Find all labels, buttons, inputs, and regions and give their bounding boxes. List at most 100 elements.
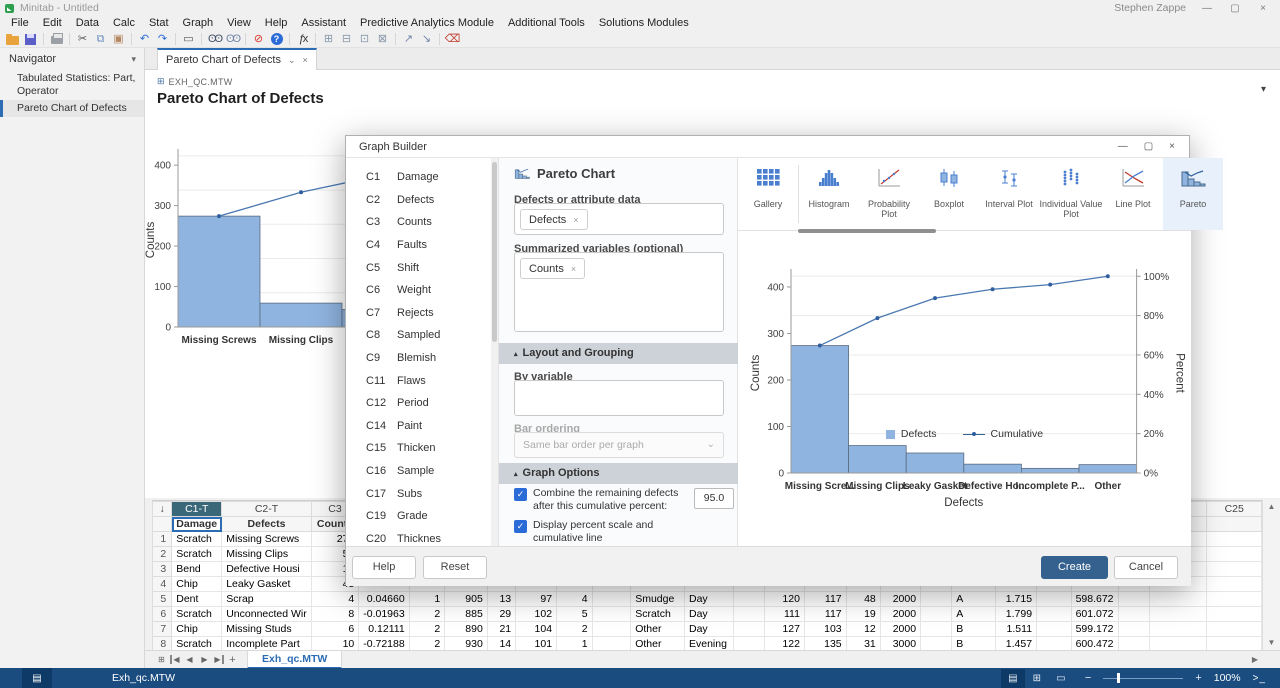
brush-graph-icon[interactable]: ↘	[418, 32, 435, 47]
grid-cell[interactable]	[1207, 562, 1262, 577]
gallery-tile-gallery[interactable]: Gallery	[738, 158, 798, 230]
grid-cell[interactable]: A	[952, 592, 996, 607]
grid-cell[interactable]: 2000	[880, 592, 920, 607]
erase-icon[interactable]: ⌫	[444, 32, 461, 47]
gallery-scrollbar[interactable]	[798, 229, 936, 233]
grid-cell[interactable]: Scrap	[222, 592, 312, 607]
find-next-icon[interactable]: ʘʘ	[224, 32, 241, 47]
scroll-up-icon[interactable]: ▲	[1263, 500, 1280, 514]
grid-cell[interactable]	[921, 637, 952, 651]
grid-cell[interactable]: 1.715	[996, 592, 1037, 607]
grid-cell[interactable]: Unconnected Wir	[222, 607, 312, 622]
menu-view[interactable]: View	[220, 16, 258, 31]
menu-assistant[interactable]: Assistant	[294, 16, 353, 31]
grid-cell[interactable]	[1207, 547, 1262, 562]
prev-sheet-icon[interactable]: ◀	[183, 655, 196, 664]
grid-cell[interactable]: Defective Housi	[222, 562, 312, 577]
menu-calc[interactable]: Calc	[106, 16, 142, 31]
open-icon[interactable]	[4, 32, 21, 47]
grid-cell[interactable]: B	[952, 622, 996, 637]
grid-cell[interactable]: 890	[445, 622, 488, 637]
grid-cell[interactable]: 5	[557, 607, 593, 622]
column-item-c11[interactable]: C11Flaws	[346, 369, 491, 392]
add-sheet-icon[interactable]: +	[226, 654, 239, 666]
dialog-close-icon[interactable]: ×	[1169, 141, 1175, 152]
grid-cell[interactable]: Other	[631, 622, 685, 637]
grid-cell[interactable]	[1118, 622, 1149, 637]
zoom-slider[interactable]	[1103, 678, 1183, 679]
grid-cell[interactable]: 1.511	[996, 622, 1037, 637]
minimize-icon[interactable]: —	[1200, 3, 1214, 14]
gallery-tile-probability-plot[interactable]: Probability Plot	[859, 158, 919, 230]
grid-cell[interactable]: Day	[685, 607, 734, 622]
grid-cell[interactable]: 13	[487, 592, 515, 607]
grid-cell[interactable]	[1037, 607, 1072, 622]
column-item-c8[interactable]: C8Sampled	[346, 324, 491, 347]
gallery-tile-line-plot[interactable]: Line Plot	[1103, 158, 1163, 230]
grid-cell[interactable]: 104	[516, 622, 557, 637]
grid-cell[interactable]	[1149, 637, 1207, 651]
grid-cell[interactable]: Dent	[172, 592, 222, 607]
row-number[interactable]: 4	[153, 577, 172, 592]
row-number[interactable]: 5	[153, 592, 172, 607]
grid-cell[interactable]	[592, 607, 631, 622]
grid-cell[interactable]: 600.472	[1071, 637, 1118, 651]
grid-cell[interactable]: Bend	[172, 562, 222, 577]
help-icon[interactable]: ?	[268, 32, 285, 47]
grid-cell[interactable]: 135	[804, 637, 846, 651]
column-item-c20[interactable]: C20Thicknes	[346, 528, 491, 547]
grid-cell[interactable]: -0.01963	[359, 607, 409, 622]
chevron-down-icon[interactable]: ▾	[131, 54, 136, 65]
insert-row-icon[interactable]: ⊟	[338, 32, 355, 47]
worksheet-view-icon[interactable]: ▤	[1001, 669, 1025, 688]
column-item-c14[interactable]: C14Paint	[346, 415, 491, 438]
zoom-out-icon[interactable]: −	[1085, 672, 1091, 684]
grid-cell[interactable]: -0.72188	[359, 637, 409, 651]
worksheet-tab[interactable]: Exh_qc.MTW	[247, 651, 342, 669]
grid-view-icon[interactable]: ⊞	[1025, 669, 1049, 688]
menu-file[interactable]: File	[4, 16, 36, 31]
save-icon[interactable]	[22, 32, 39, 47]
row-number[interactable]: 6	[153, 607, 172, 622]
column-item-c6[interactable]: C6Weight	[346, 279, 491, 302]
new-window-icon[interactable]: ▭	[180, 32, 197, 47]
grid-cell[interactable]	[1118, 592, 1149, 607]
column-name-cell[interactable]: Damage	[172, 517, 222, 532]
percent-scale-checkbox[interactable]: ✓	[514, 520, 527, 533]
grid-cell[interactable]	[734, 607, 764, 622]
grid-cell[interactable]: 598.672	[1071, 592, 1118, 607]
grid-cell[interactable]: 21	[487, 622, 515, 637]
menu-stat[interactable]: Stat	[142, 16, 176, 31]
grid-cell[interactable]: 48	[846, 592, 880, 607]
grid-cell[interactable]	[592, 592, 631, 607]
grid-cell[interactable]	[1149, 592, 1207, 607]
grid-corner-icon[interactable]: ↓	[153, 502, 172, 517]
column-item-c19[interactable]: C19Grade	[346, 505, 491, 528]
grid-cell[interactable]: B	[952, 637, 996, 651]
last-sheet-icon[interactable]: ▶	[213, 655, 224, 664]
row-number[interactable]: 3	[153, 562, 172, 577]
grid-cell[interactable]: Scratch	[172, 532, 222, 547]
combine-percent-input[interactable]: 95.0	[694, 488, 734, 509]
column-name-cell[interactable]: Defects	[222, 517, 312, 532]
undo-icon[interactable]: ↶	[136, 32, 153, 47]
grid-cell[interactable]: 2000	[880, 622, 920, 637]
grid-cell[interactable]	[921, 607, 952, 622]
tab-close-icon[interactable]: ×	[303, 55, 308, 65]
column-item-c1[interactable]: C1Damage	[346, 166, 491, 189]
reset-button[interactable]: Reset	[423, 556, 487, 579]
column-item-c9[interactable]: C9Blemish	[346, 347, 491, 370]
grid-cell[interactable]: 885	[445, 607, 488, 622]
find-icon[interactable]: ʘʘ	[206, 32, 223, 47]
cut-icon[interactable]: ✂	[74, 32, 91, 47]
column-item-c12[interactable]: C12Period	[346, 392, 491, 415]
grid-cell[interactable]: 117	[804, 607, 846, 622]
graph-options-section[interactable]: Graph Options	[499, 463, 739, 484]
grid-cell[interactable]: 31	[846, 637, 880, 651]
blank-view-icon[interactable]: ▭	[1049, 669, 1073, 688]
grid-cell[interactable]: Smudge	[631, 592, 685, 607]
grid-cell[interactable]	[1037, 592, 1072, 607]
grid-cell[interactable]: 2	[409, 622, 445, 637]
tab-pareto-chart[interactable]: Pareto Chart of Defects ⌄ ×	[157, 48, 317, 70]
column-header[interactable]: C1-T	[172, 502, 222, 517]
